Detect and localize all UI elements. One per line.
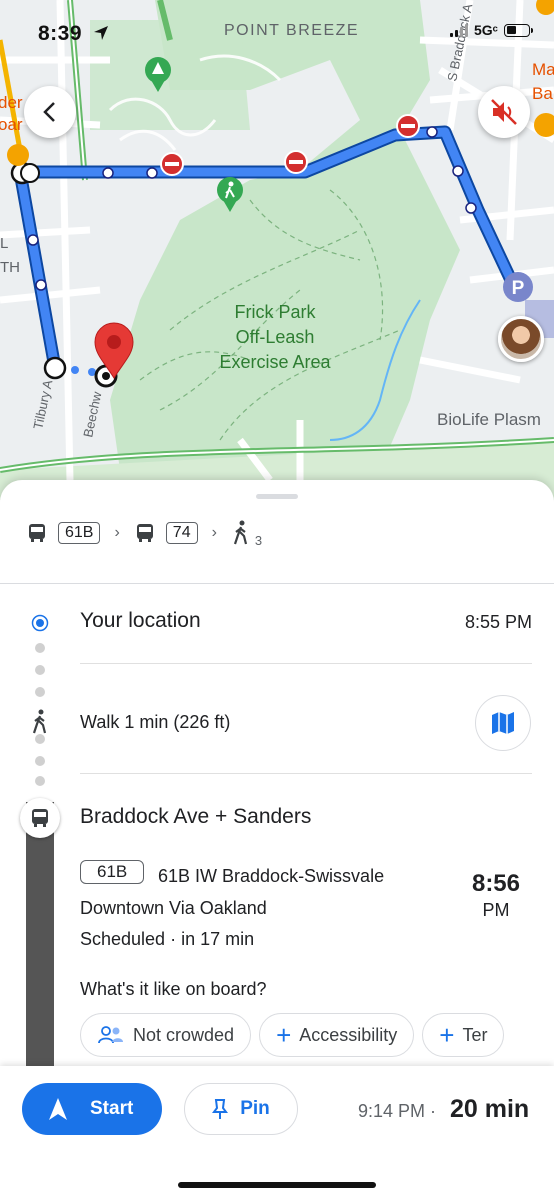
home-indicator[interactable] (178, 1182, 376, 1188)
map-edge-label: Ma (532, 60, 554, 79)
network-label: 5Gᶜ (474, 22, 498, 38)
location-arrow-icon (94, 26, 108, 40)
neighborhood-label: POINT BREEZE (224, 22, 360, 39)
timeline-dot (35, 665, 45, 675)
pin-icon (212, 1099, 229, 1119)
status-indicators: 5Gᶜ (450, 22, 533, 38)
chip-not-crowded[interactable]: Not crowded (80, 1013, 252, 1057)
chip-accessibility[interactable]: + Accessibility (259, 1013, 415, 1057)
departure-time: 8:56 (471, 870, 521, 897)
map-edge-label: Ba (532, 84, 553, 103)
start-label: Start (90, 1098, 134, 1119)
timeline-dot (35, 756, 45, 766)
route-summary: 61B › 74 › 3 (26, 518, 262, 548)
parking-label: P (512, 278, 525, 299)
map-edge-label: oar (0, 115, 23, 134)
timeline-dot (35, 776, 45, 786)
map-edge-label: TH (0, 259, 20, 276)
park-label-line: Exercise Area (219, 352, 331, 372)
volume-off-icon (491, 99, 517, 125)
walk-icon (32, 709, 47, 734)
back-button[interactable] (24, 86, 76, 138)
stop-label: Braddock Ave + Sanders (80, 805, 312, 828)
park-label-line: Off-Leash (235, 327, 315, 347)
show-map-button[interactable] (475, 695, 531, 751)
avatar[interactable] (498, 316, 544, 362)
route-badge: 61B (80, 860, 145, 884)
walk-icon (233, 520, 247, 545)
bus-icon (29, 524, 45, 542)
route-schedule: Scheduled · in 17 min (80, 929, 255, 949)
start-button[interactable]: Start (22, 1083, 162, 1135)
origin-time: 8:55 PM (464, 612, 532, 632)
bus-icon (136, 524, 153, 542)
chevron-left-icon (43, 102, 55, 122)
poi-label-biolife: BioLife Plasm (437, 410, 541, 429)
chip-label: Accessibility (299, 1024, 398, 1045)
park-label-line: Frick Park (234, 302, 316, 322)
navigation-arrow-icon (49, 1098, 67, 1120)
route-destination: Downtown Via Oakland (80, 898, 267, 918)
map-edge-label: L (0, 235, 8, 252)
plus-icon: + (276, 1020, 292, 1050)
park-label: Frick Park Off-Leash Exercise Area (195, 300, 355, 375)
chip-label: Not crowded (133, 1024, 235, 1045)
chip-label: Ter (462, 1024, 488, 1045)
status-time: 8:39 (38, 22, 83, 45)
origin-label: Your location (80, 609, 201, 632)
crowd-question: What's it like on board? (80, 979, 267, 999)
trip-duration: 20 min (450, 1095, 530, 1123)
route-badge-1: 61B (58, 522, 101, 544)
sheet-drag-handle[interactable] (256, 494, 298, 499)
chevron-right-icon: › (211, 524, 217, 541)
map-view[interactable]: P Tilbury A Beechw S Braddock A der oar … (0, 0, 554, 500)
pin-label: Pin (240, 1098, 270, 1119)
crowd-chips: Not crowded + Accessibility + Ter (80, 1013, 532, 1059)
mute-button[interactable] (478, 86, 530, 138)
route-badge-2: 74 (165, 522, 198, 544)
divider (80, 663, 532, 664)
route-name: 61B IW Braddock-Swissvale (158, 866, 385, 886)
origin-icon (31, 614, 49, 632)
signal-icon (450, 23, 468, 37)
divider (0, 583, 554, 584)
bus-stop-marker (20, 798, 60, 838)
timeline-dot (35, 687, 45, 697)
walk-step-label: Walk 1 min (226 ft) (80, 712, 231, 732)
chip-temperature[interactable]: + Ter (422, 1013, 505, 1057)
bus-icon (32, 809, 48, 827)
battery-icon (504, 23, 533, 37)
map-edge-label: der (0, 93, 23, 112)
plus-icon: + (439, 1020, 455, 1050)
map-icon (492, 712, 514, 734)
chevron-right-icon: › (114, 524, 120, 541)
divider (80, 773, 532, 774)
departure-ampm: PM (482, 900, 510, 920)
bottom-action-bar: Start Pin 9:14 PM · 20 min (0, 1066, 554, 1200)
arrival-time: 9:14 PM · (358, 1101, 437, 1121)
timeline-dot (35, 643, 45, 653)
people-icon (98, 1026, 123, 1044)
pin-button[interactable]: Pin (184, 1083, 298, 1135)
walk-minutes: 3 (254, 532, 263, 548)
timeline-dot (35, 734, 45, 744)
